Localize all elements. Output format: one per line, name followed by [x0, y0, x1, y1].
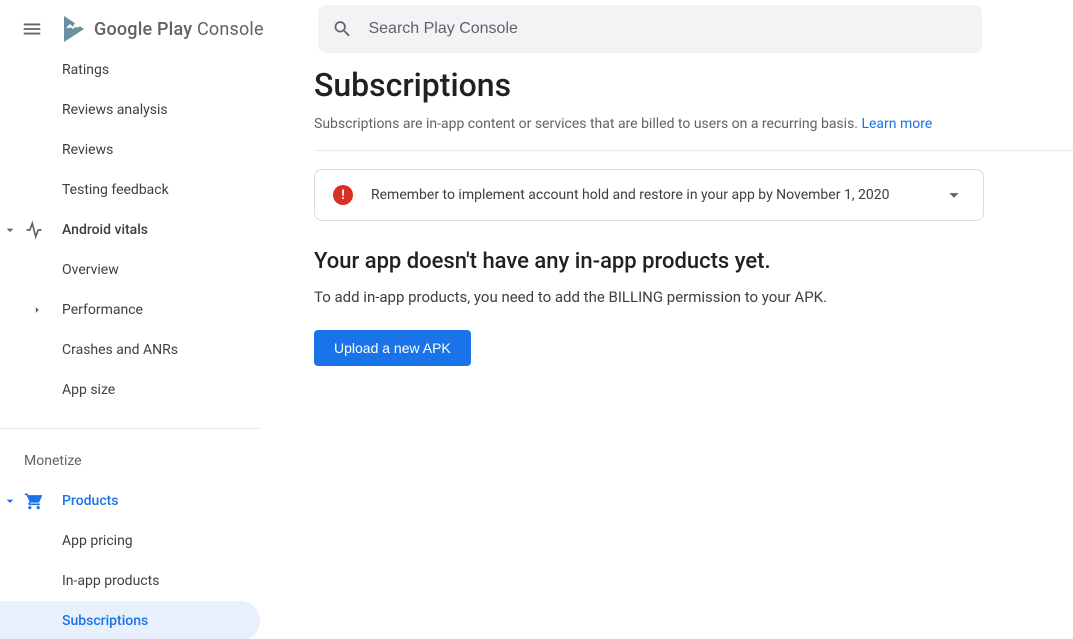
cart-icon — [24, 491, 44, 511]
search-bar[interactable] — [318, 5, 982, 53]
chevron-right-icon — [30, 303, 44, 317]
page-subtitle: Subscriptions are in-app content or serv… — [314, 116, 1073, 151]
section-label-monetize: Monetize — [0, 429, 260, 481]
sidebar-item-ratings[interactable]: Ratings — [0, 58, 260, 90]
sidebar-item-testing-feedback[interactable]: Testing feedback — [0, 170, 260, 210]
sidebar-item-products[interactable]: Products — [0, 481, 260, 521]
page-title: Subscriptions — [314, 66, 1073, 104]
main-content: Subscriptions Subscriptions are in-app c… — [260, 58, 1073, 639]
alert-message: Remember to implement account hold and r… — [371, 187, 943, 203]
top-bar: Google Play Console — [0, 0, 1073, 58]
sidebar: Ratings Reviews analysis Reviews Testing… — [0, 58, 260, 639]
logo[interactable]: Google Play Console — [62, 15, 264, 43]
nav-label: Reviews analysis — [62, 102, 168, 118]
sidebar-item-android-vitals[interactable]: Android vitals — [0, 210, 260, 250]
sidebar-item-performance[interactable]: Performance — [0, 290, 260, 330]
learn-more-link[interactable]: Learn more — [861, 116, 932, 132]
alert-banner[interactable]: Remember to implement account hold and r… — [314, 169, 984, 221]
sidebar-item-app-size[interactable]: App size — [0, 370, 260, 410]
search-icon — [332, 18, 353, 40]
nav-label: App pricing — [62, 533, 133, 549]
nav-label: Reviews — [62, 142, 113, 158]
chevron-down-icon — [943, 184, 965, 206]
chevron-down-icon — [2, 222, 18, 238]
nav-label: Subscriptions — [62, 613, 148, 629]
nav-label: In-app products — [62, 573, 159, 589]
nav-label: Ratings — [62, 62, 109, 78]
nav-label: Crashes and ANRs — [62, 342, 178, 358]
empty-state-title: Your app doesn't have any in-app product… — [314, 249, 1073, 274]
error-icon — [333, 185, 353, 205]
menu-button[interactable] — [8, 5, 56, 53]
sidebar-item-subscriptions[interactable]: Subscriptions — [0, 601, 260, 639]
play-console-logo-icon — [62, 15, 86, 43]
nav-label: Products — [62, 493, 119, 509]
chevron-down-icon — [2, 493, 18, 509]
subtitle-text: Subscriptions are in-app content or serv… — [314, 116, 861, 132]
nav-label: Testing feedback — [62, 182, 169, 198]
sidebar-item-overview[interactable]: Overview — [0, 250, 260, 290]
sidebar-item-reviews[interactable]: Reviews — [0, 130, 260, 170]
nav-label: App size — [62, 382, 115, 398]
nav-label: Overview — [62, 262, 119, 278]
sidebar-item-crashes[interactable]: Crashes and ANRs — [0, 330, 260, 370]
empty-state-description: To add in-app products, you need to add … — [314, 288, 1073, 306]
upload-apk-button[interactable]: Upload a new APK — [314, 330, 471, 366]
sidebar-item-app-pricing[interactable]: App pricing — [0, 521, 260, 561]
nav-label: Performance — [62, 302, 143, 318]
hamburger-icon — [21, 18, 43, 40]
search-input[interactable] — [368, 20, 967, 38]
nav-label: Android vitals — [62, 222, 148, 238]
vitals-icon — [24, 220, 44, 240]
sidebar-item-reviews-analysis[interactable]: Reviews analysis — [0, 90, 260, 130]
logo-text: Google Play Console — [94, 19, 264, 40]
sidebar-item-inapp-products[interactable]: In-app products — [0, 561, 260, 601]
